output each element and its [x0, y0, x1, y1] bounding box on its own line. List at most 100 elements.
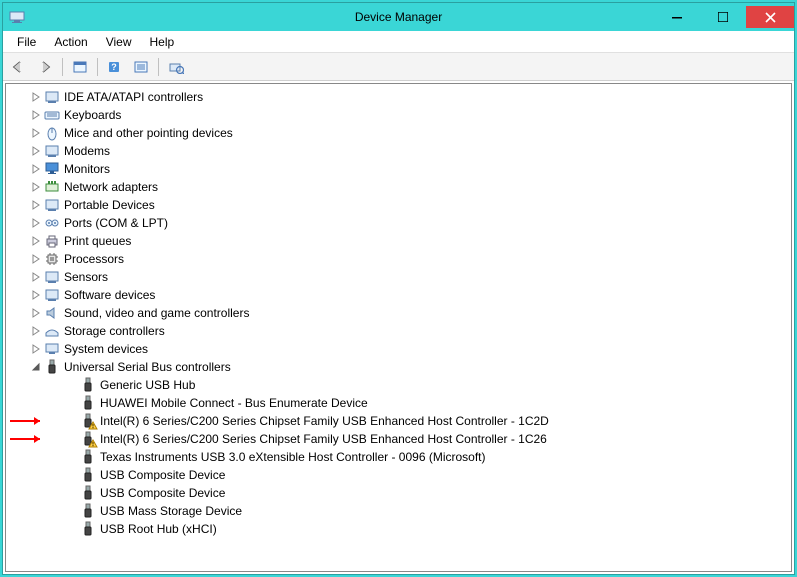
help-button[interactable]: ?: [103, 56, 127, 78]
expand-icon[interactable]: [30, 145, 42, 157]
device-tree[interactable]: IDE ATA/ATAPI controllers Keyboards Mice a…: [6, 84, 791, 571]
annotation-arrow: [10, 432, 50, 446]
tree-category[interactable]: Sound, video and game controllers: [12, 304, 791, 322]
tree-category[interactable]: Portable Devices: [12, 196, 791, 214]
expand-icon[interactable]: [30, 289, 42, 301]
tree-category[interactable]: Keyboards: [12, 106, 791, 124]
category-label: Universal Serial Bus controllers: [64, 360, 231, 374]
back-button[interactable]: [7, 56, 31, 78]
annotation-arrow: [10, 414, 50, 428]
portable-icon: [44, 197, 60, 213]
category-label: Monitors: [64, 162, 110, 176]
menu-action[interactable]: Action: [46, 33, 95, 51]
device-label: Generic USB Hub: [100, 378, 195, 392]
device-label: Intel(R) 6 Series/C200 Series Chipset Fa…: [100, 432, 547, 446]
close-button[interactable]: [746, 6, 794, 28]
software-icon: [44, 287, 60, 303]
expand-icon[interactable]: [30, 343, 42, 355]
expand-icon[interactable]: [30, 127, 42, 139]
expand-icon[interactable]: [30, 181, 42, 193]
device-label: USB Composite Device: [100, 468, 225, 482]
svg-text:?: ?: [111, 62, 117, 72]
cpu-icon: [44, 251, 60, 267]
expand-icon[interactable]: [30, 91, 42, 103]
category-label: Storage controllers: [64, 324, 165, 338]
usb-icon: [80, 485, 96, 501]
device-label: HUAWEI Mobile Connect - Bus Enumerate De…: [100, 396, 368, 410]
maximize-button[interactable]: [700, 6, 746, 28]
sensor-icon: [44, 269, 60, 285]
collapse-icon[interactable]: [30, 361, 42, 373]
printer-icon: [44, 233, 60, 249]
expand-icon[interactable]: [30, 217, 42, 229]
expand-icon[interactable]: [30, 253, 42, 265]
keyboard-icon: [44, 107, 60, 123]
device-label: USB Root Hub (xHCI): [100, 522, 217, 536]
expand-icon[interactable]: [30, 109, 42, 121]
usb-icon: [80, 503, 96, 519]
expand-icon[interactable]: [30, 235, 42, 247]
tree-device[interactable]: Texas Instruments USB 3.0 eXtensible Hos…: [12, 448, 791, 466]
category-label: Print queues: [64, 234, 131, 248]
tree-category[interactable]: Software devices: [12, 286, 791, 304]
ide-icon: [44, 89, 60, 105]
tree-device[interactable]: USB Root Hub (xHCI): [12, 520, 791, 538]
usb-icon: [80, 449, 96, 465]
toolbar-sep: [62, 58, 63, 76]
menu-help[interactable]: Help: [142, 33, 183, 51]
tree-device[interactable]: Intel(R) 6 Series/C200 Series Chipset Fa…: [12, 430, 791, 448]
tree-category[interactable]: Mice and other pointing devices: [12, 124, 791, 142]
tree-device[interactable]: USB Composite Device: [12, 466, 791, 484]
spacer: [66, 505, 78, 517]
spacer: [66, 487, 78, 499]
properties-button[interactable]: [129, 56, 153, 78]
show-hidden-button[interactable]: [68, 56, 92, 78]
spacer: [66, 397, 78, 409]
usb-icon: [44, 359, 60, 375]
toolbar: ?: [3, 53, 794, 81]
tree-category[interactable]: Universal Serial Bus controllers: [12, 358, 791, 376]
spacer: [66, 433, 78, 445]
monitor-icon: [44, 161, 60, 177]
modem-icon: [44, 143, 60, 159]
tree-device[interactable]: HUAWEI Mobile Connect - Bus Enumerate De…: [12, 394, 791, 412]
minimize-button[interactable]: [654, 6, 700, 28]
category-label: System devices: [64, 342, 148, 356]
category-label: Sound, video and game controllers: [64, 306, 249, 320]
device-manager-window: Device Manager File Action View Help: [2, 2, 795, 575]
device-label: Texas Instruments USB 3.0 eXtensible Hos…: [100, 450, 486, 464]
usb-icon: [80, 467, 96, 483]
category-label: IDE ATA/ATAPI controllers: [64, 90, 203, 104]
usb-icon: [80, 521, 96, 537]
usb-icon: [80, 431, 96, 447]
expand-icon[interactable]: [30, 199, 42, 211]
expand-icon[interactable]: [30, 271, 42, 283]
tree-device[interactable]: USB Composite Device: [12, 484, 791, 502]
tree-category[interactable]: Processors: [12, 250, 791, 268]
forward-button[interactable]: [33, 56, 57, 78]
storage-icon: [44, 323, 60, 339]
tree-category[interactable]: Modems: [12, 142, 791, 160]
expand-icon[interactable]: [30, 307, 42, 319]
tree-category[interactable]: Monitors: [12, 160, 791, 178]
expand-icon[interactable]: [30, 325, 42, 337]
menu-view[interactable]: View: [98, 33, 140, 51]
tree-category[interactable]: IDE ATA/ATAPI controllers: [12, 88, 791, 106]
tree-device[interactable]: Intel(R) 6 Series/C200 Series Chipset Fa…: [12, 412, 791, 430]
device-label: USB Composite Device: [100, 486, 225, 500]
category-label: Mice and other pointing devices: [64, 126, 233, 140]
tree-category[interactable]: Network adapters: [12, 178, 791, 196]
tree-category[interactable]: Print queues: [12, 232, 791, 250]
menu-file[interactable]: File: [9, 33, 44, 51]
tree-device[interactable]: USB Mass Storage Device: [12, 502, 791, 520]
tree-category[interactable]: Storage controllers: [12, 322, 791, 340]
toolbar-sep: [158, 58, 159, 76]
tree-category[interactable]: System devices: [12, 340, 791, 358]
titlebar: Device Manager: [3, 3, 794, 31]
scan-hardware-button[interactable]: [164, 56, 188, 78]
tree-category[interactable]: Ports (COM & LPT): [12, 214, 791, 232]
tree-device[interactable]: Generic USB Hub: [12, 376, 791, 394]
expand-icon[interactable]: [30, 163, 42, 175]
tree-category[interactable]: Sensors: [12, 268, 791, 286]
usb-icon: [80, 413, 96, 429]
